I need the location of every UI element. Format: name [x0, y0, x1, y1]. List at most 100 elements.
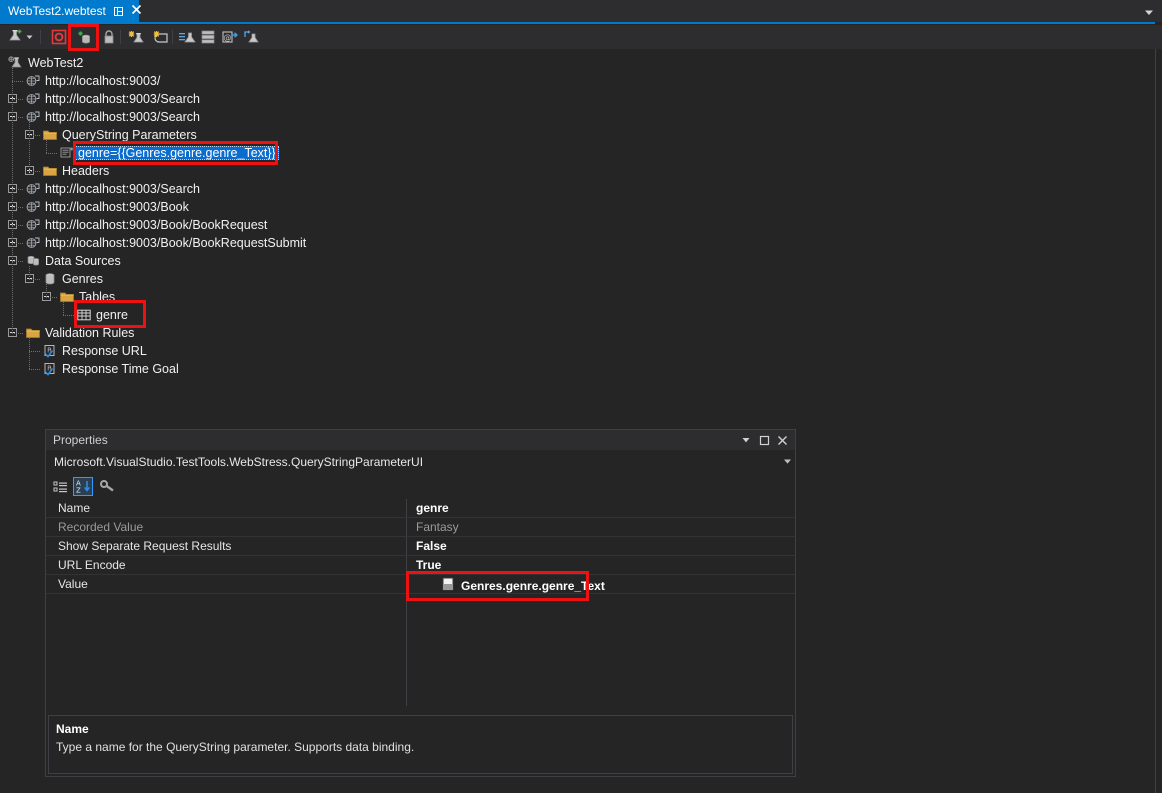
add-transaction-button[interactable]	[151, 27, 172, 47]
tree-node[interactable]: http://localhost:9003/Book	[25, 198, 189, 216]
tree-node[interactable]: http://localhost:9003/Search	[25, 180, 200, 198]
tree-node[interactable]: genre	[76, 306, 128, 324]
tree-node[interactable]: http://localhost:9003/Search	[25, 108, 200, 126]
close-icon[interactable]	[773, 431, 791, 449]
table-icon	[76, 307, 92, 323]
tree-node[interactable]: http://localhost:9003/Search	[25, 90, 200, 108]
toolbar-separator-1	[40, 30, 41, 44]
tree-guide-line	[46, 284, 47, 297]
close-icon[interactable]	[131, 4, 142, 18]
tree-node[interactable]: http://localhost:9003/Book/BookRequest	[25, 216, 267, 234]
wrench-icon[interactable]	[98, 477, 118, 496]
tree-node-label: Data Sources	[45, 254, 121, 268]
maximize-icon[interactable]	[755, 431, 773, 449]
record-button[interactable]	[48, 27, 69, 47]
tree-node[interactable]: QueryString Parameters	[42, 126, 197, 144]
properties-window: Properties Microsoft.VisualStudio.TestTo…	[45, 429, 796, 777]
tree-node-label: http://localhost:9003/Search	[45, 182, 200, 196]
tree-guide-line	[29, 266, 30, 279]
property-name: URL Encode	[58, 558, 126, 572]
request-icon	[25, 199, 41, 215]
chevron-down-icon[interactable]	[1142, 5, 1156, 17]
property-value[interactable]: False	[416, 539, 447, 553]
property-row[interactable]: Recorded Value Fantasy	[46, 518, 795, 537]
tree-guide-line	[29, 338, 30, 369]
tree-node[interactable]: R Response URL	[42, 342, 147, 360]
property-row[interactable]: URL Encode True	[46, 556, 795, 575]
chevron-down-icon[interactable]	[25, 33, 34, 41]
tree-node[interactable]: genre={{Genres.genre.genre_Text}}	[59, 144, 279, 162]
property-value-text: Genres.genre.genre_Text	[461, 578, 605, 593]
insert-loop-button[interactable]	[241, 27, 262, 47]
tab-strip: WebTest2.webtest	[0, 0, 1162, 22]
tree-connector	[46, 297, 57, 298]
webtest-toolbar: @	[0, 25, 1162, 49]
set-request-details-button[interactable]	[176, 27, 197, 47]
tree-node[interactable]: http://localhost:9003/	[25, 72, 160, 90]
tree-node-label: Genres	[62, 272, 103, 286]
categorized-view-button[interactable]	[50, 477, 70, 496]
parameterize-web-servers-button[interactable]	[197, 27, 218, 47]
svg-text:@: @	[223, 33, 231, 42]
tree-node[interactable]: R Response Time Goal	[42, 360, 179, 378]
tree-node-label: QueryString Parameters	[62, 128, 197, 142]
tree-connector	[29, 369, 40, 370]
chevron-down-icon[interactable]	[779, 458, 795, 467]
add-extraction-rule-button[interactable]	[98, 27, 119, 47]
tree-node[interactable]: Validation Rules	[25, 324, 134, 342]
tree-node-label: http://localhost:9003/Book	[45, 200, 189, 214]
property-name: Show Separate Request Results	[58, 539, 232, 553]
webtest-icon	[8, 55, 24, 71]
title-drag-dots	[115, 439, 729, 441]
property-grid[interactable]: Name genre Recorded Value Fantasy Show Separ…	[46, 499, 795, 706]
tree-node[interactable]: Genres	[42, 270, 103, 288]
tree-node[interactable]: Tables	[59, 288, 115, 306]
alphabetical-sort-icon[interactable]: A Z	[73, 477, 93, 496]
tree-node-label: http://localhost:9003/Search	[45, 110, 200, 124]
tree-node-label: WebTest2	[28, 56, 84, 70]
request-icon	[25, 235, 41, 251]
request-icon	[25, 73, 41, 89]
tab-active-underline	[0, 22, 1155, 24]
pin-icon[interactable]	[113, 6, 124, 17]
add-validation-rule-button[interactable]	[126, 27, 147, 47]
tree-node-label: http://localhost:9003/Book/BookRequest	[45, 218, 268, 232]
description-title: Name	[56, 722, 89, 736]
property-value[interactable]: Genres.genre.genre_Text	[442, 577, 605, 594]
property-value[interactable]: genre	[416, 501, 449, 515]
tree-connector	[12, 99, 23, 100]
folder-icon	[59, 289, 75, 305]
property-row[interactable]: Value Genres.genre.genre_Text	[46, 575, 795, 594]
request-icon	[25, 217, 41, 233]
chevron-down-icon[interactable]	[737, 431, 755, 449]
tree-node-label: genre	[96, 308, 128, 322]
tree-node[interactable]: Data Sources	[25, 252, 121, 270]
folder-icon	[42, 163, 58, 179]
property-value[interactable]: Fantasy	[416, 520, 459, 534]
add-comment-button[interactable]: @	[219, 27, 240, 47]
tree-node[interactable]: http://localhost:9003/Book/BookRequestSu…	[25, 234, 306, 252]
add-data-source-button[interactable]	[73, 27, 94, 47]
tree-connector	[46, 153, 57, 154]
tree-node[interactable]: Headers	[42, 162, 109, 180]
tree-connector	[29, 279, 40, 280]
tree-node-label: http://localhost:9003/	[45, 74, 161, 88]
request-icon	[25, 181, 41, 197]
property-row[interactable]: Show Separate Request Results False	[46, 537, 795, 556]
properties-object-selector[interactable]: Microsoft.VisualStudio.TestTools.WebStre…	[46, 450, 795, 475]
property-value[interactable]: True	[416, 558, 441, 572]
tree-node[interactable]: WebTest2	[8, 54, 83, 72]
add-web-test-request-button[interactable]	[4, 27, 25, 47]
tree-connector	[12, 261, 23, 262]
tab-webtest2[interactable]: WebTest2.webtest	[0, 0, 142, 22]
tree-guide-line	[63, 302, 64, 315]
svg-text:Z: Z	[76, 487, 81, 495]
tab-label: WebTest2.webtest	[8, 4, 106, 18]
tree-connector	[29, 135, 40, 136]
property-row[interactable]: Name genre	[46, 499, 795, 518]
properties-title-bar: Properties	[46, 430, 795, 450]
tree-node-label: http://localhost:9003/Book/BookRequestSu…	[45, 236, 307, 250]
tree-node-label: Headers	[62, 164, 110, 178]
property-name: Name	[58, 501, 91, 515]
tree-connector	[29, 351, 40, 352]
